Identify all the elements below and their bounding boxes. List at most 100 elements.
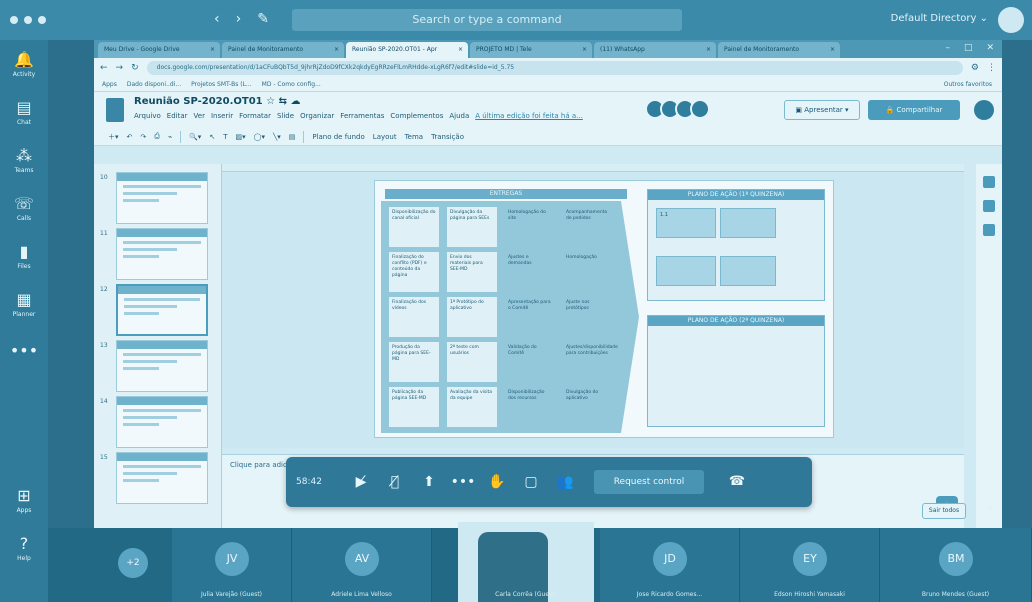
- undo-icon[interactable]: ↶: [127, 133, 133, 141]
- rail-item-teams[interactable]: ⁂ Teams: [0, 136, 48, 184]
- chat-icon[interactable]: ▢: [514, 474, 548, 490]
- calendar-icon[interactable]: [983, 224, 995, 236]
- menu-item-ver[interactable]: Ver: [194, 112, 205, 120]
- more-participants-badge[interactable]: +2: [118, 548, 148, 578]
- close-icon[interactable]: ×: [334, 46, 339, 53]
- menu-item-ferramentas[interactable]: Ferramentas: [340, 112, 384, 120]
- rail-item-planner[interactable]: ▦ Planner: [0, 280, 48, 328]
- tasks-icon[interactable]: [983, 200, 995, 212]
- select-icon[interactable]: ↖: [209, 133, 215, 141]
- entregas-cell[interactable]: Ajustes/disponibilidade para contribuiçõ…: [563, 342, 618, 382]
- menu-item-organizar[interactable]: Organizar: [300, 112, 334, 120]
- participant-tile[interactable]: BM Bruno Mendes (Guest): [880, 528, 1032, 602]
- extensions-icon[interactable]: ⚙: [971, 63, 979, 73]
- entregas-cell[interactable]: Ajuste nos protótipos: [563, 297, 613, 337]
- rail-item-apps[interactable]: ⊞ Apps: [0, 476, 48, 524]
- entregas-cell[interactable]: Finalização do conflito (PDF) e conteúdo…: [389, 252, 439, 292]
- minimize-icon[interactable]: –: [945, 43, 950, 53]
- browser-tab[interactable]: Meu Drive - Google Drive ×: [98, 42, 220, 58]
- entregas-cell[interactable]: Disponibilização dos recursos: [505, 387, 555, 427]
- camera-icon[interactable]: ▶̸: [344, 474, 378, 490]
- menu-item-inserir[interactable]: Inserir: [211, 112, 233, 120]
- collaborator-avatars[interactable]: [645, 99, 710, 119]
- rail-item-chat[interactable]: ▤ Chat: [0, 88, 48, 136]
- entregas-cell[interactable]: Acompanhamento de pedidos: [563, 207, 613, 247]
- participant-tile[interactable]: EY Edson Hiroshi Yamasaki: [740, 528, 880, 602]
- forward-icon[interactable]: →: [116, 63, 124, 73]
- chevron-right-icon[interactable]: ›: [984, 476, 988, 487]
- slide-thumbnail[interactable]: [116, 340, 208, 392]
- participants-icon[interactable]: 👥: [548, 474, 582, 490]
- menu-item-arquivo[interactable]: Arquivo: [134, 112, 161, 120]
- plano-1-box[interactable]: [720, 208, 776, 238]
- browser-tab[interactable]: Painel de Monitoramento ×: [222, 42, 344, 58]
- menu-item-editar[interactable]: Editar: [167, 112, 188, 120]
- user-avatar[interactable]: [998, 7, 1024, 33]
- print-icon[interactable]: ⎙: [154, 132, 160, 141]
- shape-icon[interactable]: ◯▾: [254, 133, 265, 141]
- close-icon[interactable]: ×: [706, 46, 711, 53]
- teams-search-input[interactable]: Search or type a command: [292, 9, 682, 31]
- participant-video[interactable]: Carla Corrêa (Guest): [458, 522, 594, 602]
- participant-tile[interactable]: JD Jose Ricardo Gomes...: [600, 528, 740, 602]
- bookmark-item[interactable]: Projetos SMT-Bs (L...: [191, 81, 252, 88]
- close-icon[interactable]: ×: [210, 46, 215, 53]
- move-icon[interactable]: ⇆: [279, 96, 287, 107]
- bookmark-item[interactable]: Dado disponi..di...: [127, 81, 181, 88]
- slides-logo-icon[interactable]: [106, 98, 124, 122]
- entregas-cell[interactable]: Homologação: [563, 252, 613, 292]
- compose-icon[interactable]: ✎: [257, 11, 269, 27]
- share-button[interactable]: 🔒 Compartilhar: [868, 100, 960, 120]
- menu-item-complementos[interactable]: Complementos: [390, 112, 443, 120]
- forward-icon[interactable]: ›: [236, 11, 242, 27]
- entregas-cell[interactable]: Finalização dos vídeos: [389, 297, 439, 337]
- address-bar[interactable]: docs.google.com/presentation/d/1aCFuBQbT…: [146, 61, 963, 75]
- close-icon[interactable]: ×: [582, 46, 587, 53]
- rail-item-more[interactable]: •••: [0, 328, 48, 376]
- entregas-cell[interactable]: Publicação da página SEE-MD: [389, 387, 439, 427]
- account-avatar[interactable]: [974, 100, 994, 120]
- entregas-cell[interactable]: Validação do Comitê: [505, 342, 555, 382]
- zoom-icon[interactable]: 🔍▾: [189, 133, 201, 141]
- slide-filmstrip[interactable]: 10 11 12 13 14 15: [94, 164, 222, 528]
- entregas-cell[interactable]: Divulgação da página para SEEs: [447, 207, 497, 247]
- entregas-cell[interactable]: Avaliação da visita da equipe: [447, 387, 497, 427]
- paint-format-icon[interactable]: ⌁: [168, 133, 172, 141]
- entregas-cell[interactable]: 1ª Protótipo do aplicativo: [447, 297, 497, 337]
- slide-thumbnail[interactable]: [116, 284, 208, 336]
- participant-tile[interactable]: AV Adriele Lima Velloso: [292, 528, 432, 602]
- plano-1-box[interactable]: [656, 256, 716, 286]
- plano-1-box[interactable]: [720, 256, 776, 286]
- entregas-cell[interactable]: Divulgação do aplicativo: [563, 387, 613, 427]
- plano-1-box[interactable]: 1.1: [656, 208, 716, 238]
- slide-thumbnail[interactable]: [116, 228, 208, 280]
- browser-tab[interactable]: (11) WhatsApp ×: [594, 42, 716, 58]
- entregas-cell[interactable]: 2ª teste com usuários: [447, 342, 497, 382]
- sair-todos-button[interactable]: Sair todos: [922, 503, 966, 519]
- hang-up-icon[interactable]: ☎: [722, 470, 752, 494]
- entregas-cell[interactable]: Homologação do site: [505, 207, 555, 247]
- rail-item-activity[interactable]: 🔔 Activity: [0, 40, 48, 88]
- last-edit-link[interactable]: A última edição foi feita há a...: [475, 112, 583, 120]
- slide-thumbnail[interactable]: [116, 396, 208, 448]
- entregas-cell[interactable]: Envio dos materiais para SEE-MD: [447, 252, 497, 292]
- toolbar-button[interactable]: Layout: [373, 133, 397, 141]
- microphone-icon[interactable]: 🎙̸: [378, 474, 412, 490]
- entregas-cell[interactable]: Ajustes e demandas: [505, 252, 555, 292]
- window-controls[interactable]: [10, 16, 46, 24]
- rail-item-help[interactable]: ? Help: [0, 524, 48, 572]
- toolbar-button[interactable]: Plano de fundo: [312, 133, 364, 141]
- other-bookmarks[interactable]: Outros favoritos: [944, 81, 992, 88]
- menu-icon[interactable]: ⋮: [987, 63, 996, 73]
- raise-hand-icon[interactable]: ✋: [480, 474, 514, 490]
- redo-icon[interactable]: ↷: [140, 133, 146, 141]
- toolbar-button[interactable]: Tema: [405, 133, 424, 141]
- entregas-cell[interactable]: Produção da página para SEE-MD: [389, 342, 439, 382]
- entregas-cell[interactable]: Apresentação para o Comitê: [505, 297, 555, 337]
- participant-tile[interactable]: JV Julia Varejão (Guest): [172, 528, 292, 602]
- back-icon[interactable]: ‹: [214, 11, 220, 27]
- new-slide-icon[interactable]: ＋▾: [108, 132, 119, 142]
- close-icon[interactable]: ✕: [986, 43, 994, 53]
- menu-item-ajuda[interactable]: Ajuda: [449, 112, 469, 120]
- line-icon[interactable]: ╲▾: [273, 133, 281, 141]
